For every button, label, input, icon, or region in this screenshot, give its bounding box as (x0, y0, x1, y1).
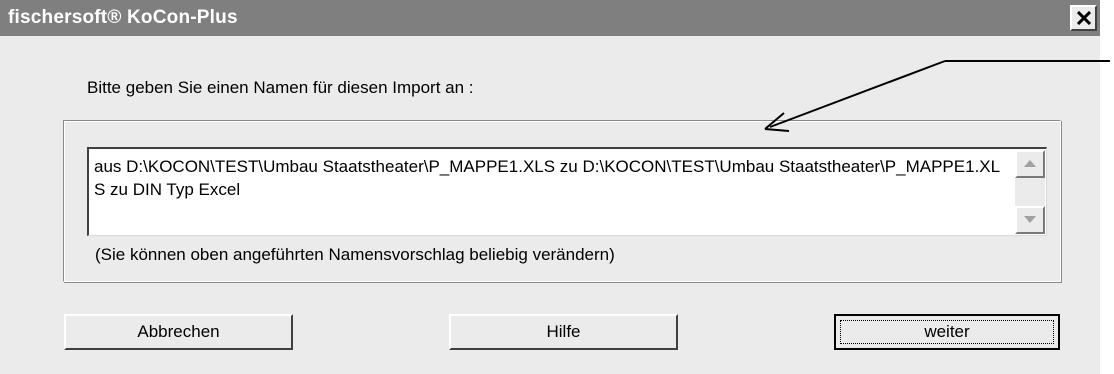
annotation-arrow (764, 60, 1110, 132)
annotation-arrow-shaft (769, 60, 946, 128)
